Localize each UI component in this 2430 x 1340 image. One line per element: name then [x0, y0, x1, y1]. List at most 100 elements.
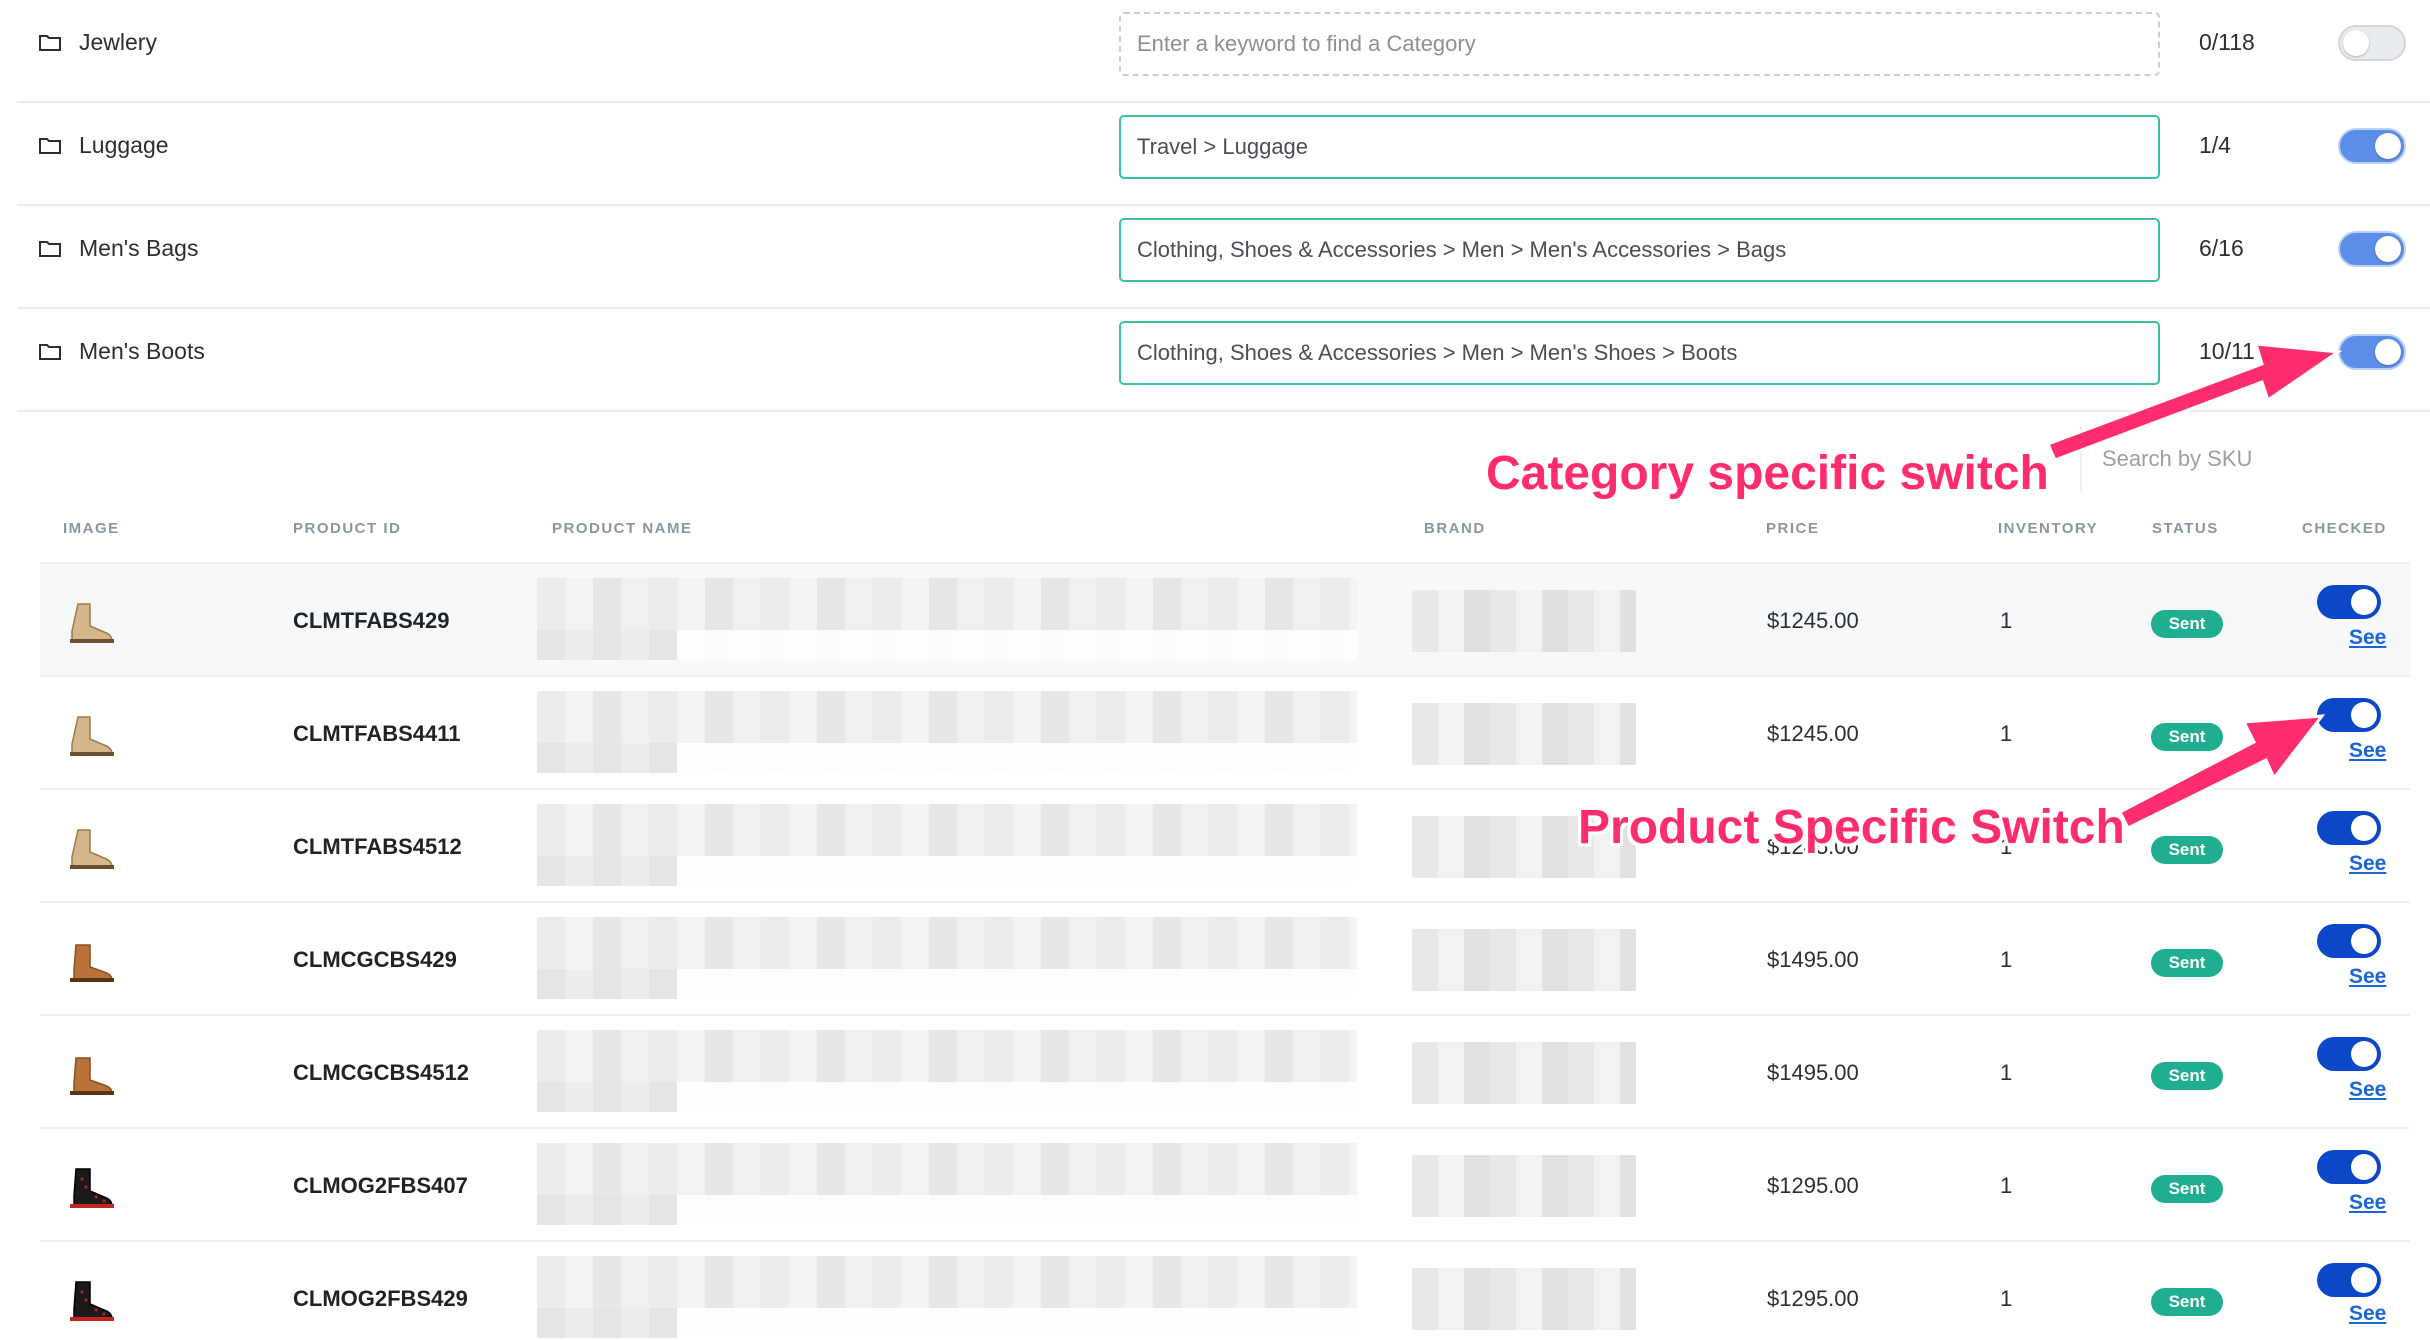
redacted-brand	[1412, 1155, 1636, 1217]
redacted-brand	[1412, 703, 1636, 765]
product-price: $1495.00	[1767, 947, 1859, 972]
tan-chelsea-boot-icon	[70, 944, 114, 982]
category-toggle-switch[interactable]	[2338, 25, 2406, 61]
column-header-image: IMAGE	[63, 520, 120, 537]
toggle-knob	[2351, 1154, 2377, 1180]
table-row: CLMCGCBS429 $1495.00 1 Sent See	[40, 903, 2410, 1016]
category-name: Men's Bags	[79, 235, 199, 261]
column-header-inventory: INVENTORY	[1998, 520, 2099, 537]
product-price: $1245.00	[1767, 608, 1859, 633]
category-row-jewlery: Jewlery 0/118	[17, 0, 2430, 103]
folder-icon	[39, 344, 61, 360]
annotation-category-switch: Category specific switch	[1486, 447, 2049, 500]
toggle-knob	[2375, 236, 2401, 262]
black-spiked-boot-icon	[70, 1281, 114, 1321]
folder-icon	[39, 35, 61, 51]
beige-boot-icon	[70, 603, 114, 643]
column-header-price: PRICE	[1766, 520, 1820, 537]
see-link[interactable]: See	[2349, 1302, 2386, 1326]
product-checked-toggle[interactable]	[2317, 1037, 2381, 1071]
toggle-knob	[2351, 589, 2377, 615]
sku-search-input[interactable]	[2080, 426, 2410, 492]
table-row: CLMTFABS429 $1245.00 1 Sent See	[40, 564, 2410, 677]
product-id: CLMCGCBS4512	[293, 1060, 470, 1085]
redacted-product-name	[537, 1256, 1357, 1338]
toggle-knob	[2343, 30, 2369, 56]
redacted-product-name	[537, 804, 1357, 886]
redacted-product-name	[537, 1143, 1357, 1225]
category-name: Men's Boots	[79, 338, 205, 364]
category-name: Luggage	[79, 132, 169, 158]
table-row: CLMOG2FBS429 $1295.00 1 Sent See	[40, 1242, 2410, 1340]
product-price: $1245.00	[1767, 721, 1859, 746]
column-header-checked: CHECKED	[2302, 520, 2387, 537]
table-row: CLMOG2FBS407 $1295.00 1 Sent See	[40, 1129, 2410, 1242]
see-link[interactable]: See	[2349, 1191, 2386, 1215]
status-badge: Sent	[2151, 836, 2223, 864]
category-search-input[interactable]	[1119, 12, 2160, 76]
category-count: 0/118	[2199, 29, 2255, 55]
see-link[interactable]: See	[2349, 852, 2386, 876]
category-row-mens-bags: Men's Bags 6/16	[17, 206, 2430, 309]
redacted-brand	[1412, 590, 1636, 652]
column-header-status: STATUS	[2152, 520, 2219, 537]
status-badge: Sent	[2151, 949, 2223, 977]
product-inventory: 1	[2000, 721, 2013, 746]
product-checked-toggle[interactable]	[2317, 1263, 2381, 1297]
product-price: $1295.00	[1767, 1286, 1859, 1311]
product-inventory: 1	[2000, 1060, 2013, 1085]
category-toggle-switch[interactable]	[2338, 231, 2406, 267]
status-badge: Sent	[2151, 723, 2223, 751]
category-search-input[interactable]	[1119, 218, 2160, 282]
category-toggle-switch[interactable]	[2338, 128, 2406, 164]
status-badge: Sent	[2151, 610, 2223, 638]
see-link[interactable]: See	[2349, 739, 2386, 763]
product-id: CLMTFABS4411	[293, 721, 461, 746]
toggle-knob	[2351, 815, 2377, 841]
product-id: CLMOG2FBS429	[293, 1286, 468, 1311]
category-row-luggage: Luggage 1/4	[17, 103, 2430, 206]
see-link[interactable]: See	[2349, 965, 2386, 989]
toggle-knob	[2351, 1267, 2377, 1293]
product-checked-toggle[interactable]	[2317, 698, 2381, 732]
see-link[interactable]: See	[2349, 626, 2386, 650]
redacted-product-name	[537, 578, 1357, 660]
black-spiked-boot-icon	[70, 1168, 114, 1208]
product-checked-toggle[interactable]	[2317, 585, 2381, 619]
category-count: 10/11	[2199, 338, 2255, 364]
category-toggle-switch[interactable]	[2338, 334, 2406, 370]
status-badge: Sent	[2151, 1062, 2223, 1090]
category-search-input[interactable]	[1119, 115, 2160, 179]
table-row: CLMCGCBS4512 $1495.00 1 Sent See	[40, 1016, 2410, 1129]
product-inventory: 1	[2000, 608, 2013, 633]
category-search-input[interactable]	[1119, 321, 2160, 385]
folder-icon	[39, 241, 61, 257]
toggle-knob	[2351, 928, 2377, 954]
redacted-product-name	[537, 1030, 1357, 1112]
redacted-brand	[1412, 929, 1636, 991]
product-checked-toggle[interactable]	[2317, 924, 2381, 958]
product-inventory: 1	[2000, 1173, 2013, 1198]
folder-icon	[39, 138, 61, 154]
product-checked-toggle[interactable]	[2317, 1150, 2381, 1184]
toggle-knob	[2351, 702, 2377, 728]
redacted-brand	[1412, 1268, 1636, 1330]
toggle-knob	[2375, 133, 2401, 159]
column-header-product-id: PRODUCT ID	[293, 520, 402, 537]
see-link[interactable]: See	[2349, 1078, 2386, 1102]
redacted-product-name	[537, 691, 1357, 773]
column-header-product-name: PRODUCT NAME	[552, 520, 693, 537]
product-id: CLMTFABS429	[293, 608, 450, 633]
redacted-brand	[1412, 1042, 1636, 1104]
category-count: 6/16	[2199, 235, 2244, 261]
status-badge: Sent	[2151, 1288, 2223, 1316]
category-name: Jewlery	[79, 29, 157, 55]
column-header-brand: BRAND	[1424, 520, 1486, 537]
status-badge: Sent	[2151, 1175, 2223, 1203]
annotation-product-switch: Product Specific Switch	[1578, 801, 2125, 854]
product-id: CLMCGCBS429	[293, 947, 457, 972]
product-checked-toggle[interactable]	[2317, 811, 2381, 845]
beige-boot-icon	[70, 716, 114, 756]
tan-chelsea-boot-icon	[70, 1057, 114, 1095]
redacted-product-name	[537, 917, 1357, 999]
